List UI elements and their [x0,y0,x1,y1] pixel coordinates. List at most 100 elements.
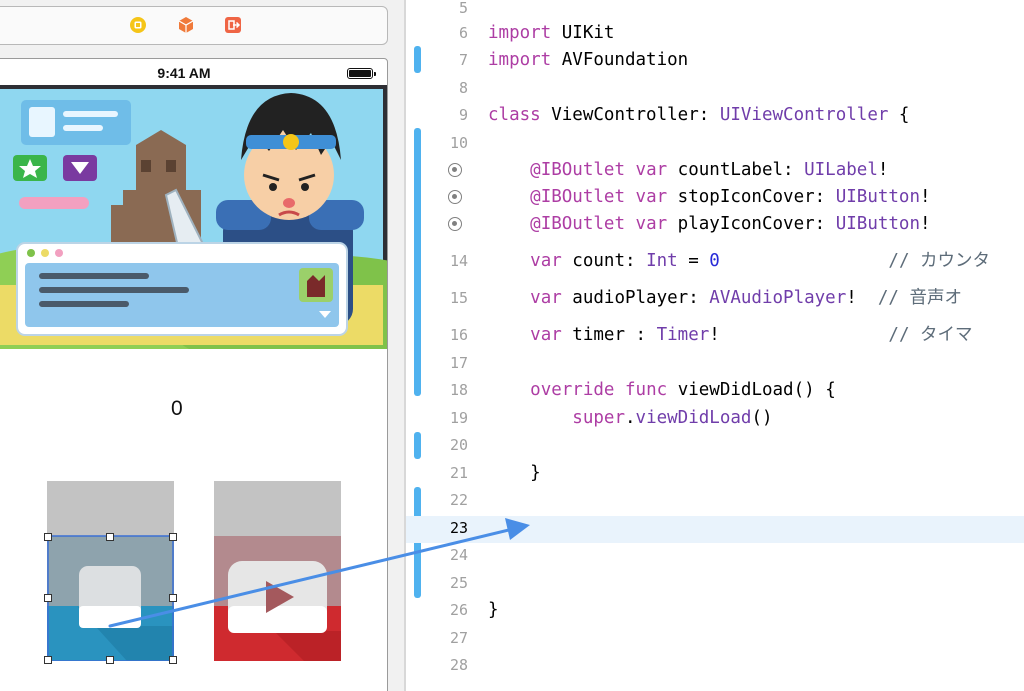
line-number: 24 [449,546,468,564]
code-line[interactable]: 6 import UIKit [406,20,1024,47]
code-token: import [488,23,552,43]
code-token: @IBOutlet [530,160,625,180]
outlet-connection-icon[interactable] [448,217,462,231]
code-line[interactable]: 5 [406,0,1024,22]
code-token: = [677,251,710,271]
code-token: } [488,600,499,620]
code-line[interactable]: 18 override func viewDidLoad() { [406,377,1024,404]
code-token: } [488,463,541,483]
line-number: 15 [449,289,468,307]
line-number: 23 [449,519,468,537]
exit-icon[interactable] [224,16,242,34]
code-text: @IBOutlet var countLabel: UILabel! [488,157,888,184]
resize-handle[interactable] [44,533,52,541]
code-token: playIconCover: [667,214,836,234]
status-bar-time: 9:41 AM [157,65,211,81]
resize-handle[interactable] [169,656,177,664]
line-number: 26 [449,601,468,619]
code-token: audioPlayer: [561,288,710,308]
code-token: func [625,380,668,400]
line-number: 25 [449,574,468,592]
resize-handle[interactable] [44,594,52,602]
code-token: import [488,50,552,70]
code-line[interactable]: 21 } [406,460,1024,487]
code-token: timer : [561,325,657,345]
code-token: . [624,408,636,428]
play-icon [228,561,327,633]
code-token: viewDidLoad() { [667,380,836,400]
outlet-connection-icon[interactable] [448,163,462,177]
code-line[interactable]: @IBOutlet var playIconCover: UIButton! [406,211,1024,238]
storyboard-canvas[interactable]: 9:41 AM 0 [0,0,404,691]
code-line[interactable]: 17 [406,350,1024,377]
code-token: var [635,160,668,180]
code-line[interactable]: 10 [406,130,1024,157]
code-text: } [488,597,499,624]
code-line[interactable]: 26} [406,597,1024,624]
line-number: 21 [449,464,468,482]
code-token: @IBOutlet [530,187,625,207]
line-number: 6 [458,24,468,42]
code-line[interactable]: 16 var timer : Timer! // タイマ [406,322,1024,349]
code-line[interactable]: 19 super.viewDidLoad() [406,405,1024,432]
code-line[interactable]: @IBOutlet var countLabel: UILabel! [406,157,1024,184]
line-number: 20 [449,436,468,454]
code-line[interactable]: 28 [406,652,1024,679]
line-number: 18 [449,381,468,399]
code-text: var audioPlayer: AVAudioPlayer! // 音声オ [488,285,962,312]
code-token: { [888,105,910,125]
code-line[interactable]: 15 var audioPlayer: AVAudioPlayer! // 音声… [406,285,1024,312]
code-token: 0 [709,251,720,271]
first-responder-icon[interactable] [177,16,195,34]
play-icon-cover-button[interactable] [214,481,341,661]
code-token: var [635,214,668,234]
outlet-connection-icon[interactable] [448,190,462,204]
code-line[interactable]: 25 [406,570,1024,597]
hero-image-view[interactable] [0,85,387,349]
code-token: ! [846,288,878,308]
code-line[interactable]: 22 [406,487,1024,514]
code-editor[interactable]: 5 6 import UIKit 7 import AVFoundation 8 9 clas… [406,0,1024,691]
code-token: UIKit [551,23,615,43]
code-token: // タイマ [888,325,973,345]
stop-icon-cover-button[interactable] [47,481,174,661]
code-token: var [530,251,562,271]
line-number: 28 [449,656,468,674]
stop-icon [79,566,141,628]
scene-dock [0,6,388,45]
count-label[interactable]: 0 [171,397,183,421]
resize-handle[interactable] [44,656,52,664]
code-line[interactable]: 7 import AVFoundation [406,47,1024,74]
code-token: // 音声オ [877,288,962,308]
code-token: var [530,288,562,308]
code-token: UIButton [835,214,921,234]
code-line[interactable]: 14 var count: Int = 0 // カウンタ [406,248,1024,275]
code-line[interactable]: 9 class ViewController: UIViewController … [406,102,1024,129]
code-text: var count: Int = 0 // カウンタ [488,248,990,275]
view-controller-icon[interactable] [129,16,147,34]
resize-handle[interactable] [106,656,114,664]
code-text: import AVFoundation [488,47,688,74]
code-text: } [488,460,541,487]
code-line[interactable]: 27 [406,625,1024,652]
code-line[interactable]: 23 [406,515,1024,542]
code-line[interactable]: 24 [406,542,1024,569]
code-text: var timer : Timer! // タイマ [488,322,973,349]
code-line[interactable]: 8 [406,75,1024,102]
resize-handle[interactable] [169,533,177,541]
code-token: AVFoundation [551,50,689,70]
code-line[interactable]: @IBOutlet var stopIconCover: UIButton! [406,184,1024,211]
code-line[interactable]: 20 [406,432,1024,459]
resize-handle[interactable] [169,594,177,602]
code-token: stopIconCover: [667,187,836,207]
resize-handle[interactable] [106,533,114,541]
code-token: class [488,105,541,125]
